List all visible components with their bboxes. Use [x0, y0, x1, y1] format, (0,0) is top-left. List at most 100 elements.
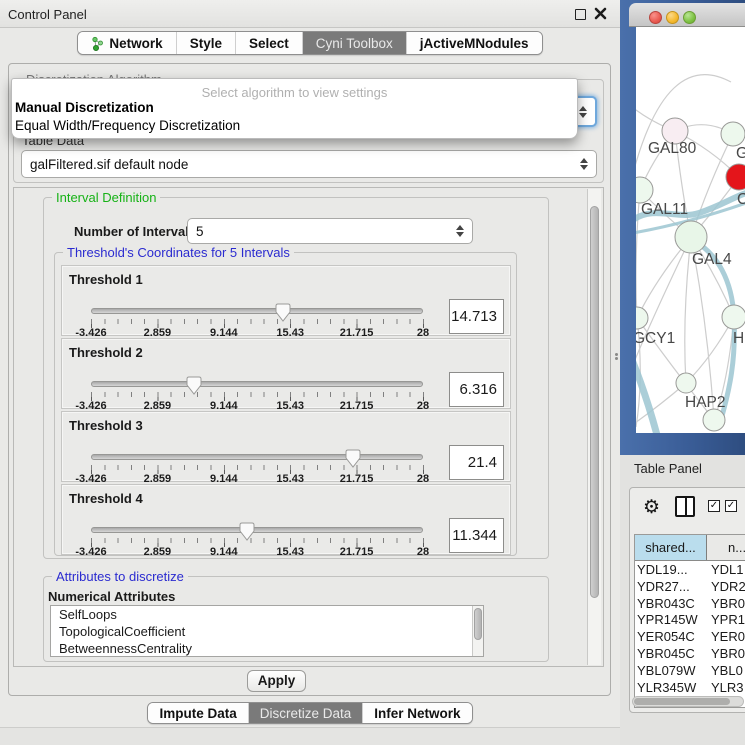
table-header-row: shared... n... — [635, 535, 745, 561]
network-node[interactable] — [676, 373, 696, 393]
network-node[interactable] — [722, 305, 745, 329]
panel-splitter-grip[interactable] — [613, 352, 619, 362]
tab-discretize-data[interactable]: Discretize Data — [249, 703, 364, 723]
threshold-4-panel: Threshold 4 -3.426 2.859 9.144 15.43 21.… — [61, 484, 511, 555]
network-node-label: GA — [736, 145, 745, 162]
threshold-2-value-field[interactable]: 6.316 — [449, 372, 504, 407]
table-row[interactable]: YER054CYER0 — [635, 629, 745, 646]
table-panel-title: Table Panel — [634, 461, 702, 476]
combo-stepper-icon — [577, 98, 589, 125]
cell[interactable]: YBR043C — [635, 596, 707, 613]
network-node[interactable] — [675, 221, 707, 253]
combo-stepper-icon — [454, 219, 466, 243]
cell[interactable]: YER054C — [635, 629, 707, 646]
threshold-3-value-field[interactable]: 21.4 — [449, 445, 504, 480]
cell[interactable]: YBR0 — [707, 596, 745, 613]
list-item-selfloops[interactable]: SelfLoops — [51, 606, 483, 623]
scale-tick-label: 9.144 — [210, 546, 238, 558]
threshold-4-slider-track[interactable] — [91, 527, 423, 533]
cell[interactable]: YLR3 — [707, 680, 745, 697]
network-view-window[interactable]: GAL80GACGAL11GAL4GCY1HHAP2 — [620, 0, 745, 455]
cell[interactable]: YPR145W — [635, 612, 707, 629]
cell[interactable]: YPR1 — [707, 612, 745, 629]
float-window-icon[interactable] — [575, 9, 586, 20]
tab-impute-data[interactable]: Impute Data — [148, 703, 248, 723]
network-node[interactable] — [636, 307, 648, 329]
threshold-2-slider-track[interactable] — [91, 381, 423, 387]
threshold-3-slider-track[interactable] — [91, 454, 423, 460]
tab-style[interactable]: Style — [177, 32, 236, 54]
network-node[interactable] — [703, 409, 725, 431]
table-panel: ⚙ ✓ ✓ shared... n... YDL19...YDL1 YDR27.… — [629, 487, 745, 713]
column-header-name[interactable]: n... — [707, 535, 745, 560]
tab-infer-network[interactable]: Infer Network — [363, 703, 471, 723]
tab-select[interactable]: Select — [236, 32, 303, 54]
checkbox-icon[interactable]: ✓ — [725, 500, 737, 512]
cell[interactable]: YLR345W — [635, 680, 707, 697]
num-intervals-value: 5 — [196, 224, 204, 239]
slider-minor-ticks — [91, 465, 425, 470]
table-row[interactable]: YDR27...YDR2 — [635, 579, 745, 596]
cell[interactable]: YER0 — [707, 629, 745, 646]
attributes-group: Attributes to discretize Numerical Attri… — [43, 576, 549, 662]
list-item-betweennesscentrality[interactable]: BetweennessCentrality — [51, 640, 483, 657]
settings-panel-scrollbar[interactable] — [587, 189, 601, 665]
settings-panel-scrollbar-thumb[interactable] — [590, 206, 599, 598]
table-row[interactable]: YBR043CYBR0 — [635, 596, 745, 613]
cell[interactable]: YBL079W — [635, 663, 707, 680]
column-layout-icon[interactable] — [675, 496, 695, 517]
slider-minor-ticks — [91, 392, 425, 397]
scale-tick-label: 21.715 — [340, 546, 374, 558]
tab-network[interactable]: Network — [78, 32, 176, 54]
popup-option-equal-width[interactable]: Equal Width/Frequency Discretization — [12, 117, 577, 135]
control-panel: Control Panel Network Style Select — [0, 0, 620, 745]
discretize-settings-panel: Interval Definition Number of Intervals … — [13, 187, 604, 667]
column-header-shared[interactable]: shared... — [635, 535, 707, 560]
tab-discretize-data-label: Discretize Data — [260, 706, 352, 721]
cell[interactable]: YDL19... — [635, 562, 707, 579]
scale-tick-label: 2.859 — [144, 546, 172, 558]
apply-button[interactable]: Apply — [247, 670, 306, 692]
bottom-tab-strip: Impute Data Discretize Data Infer Networ… — [0, 702, 620, 724]
network-node[interactable] — [721, 122, 745, 146]
network-node-label: GAL4 — [692, 251, 732, 268]
network-node[interactable] — [636, 177, 653, 203]
table-data-combobox[interactable]: galFiltered.sif default node — [21, 150, 597, 178]
tab-impute-data-label: Impute Data — [159, 706, 236, 721]
tab-cyni-toolbox[interactable]: Cyni Toolbox — [303, 32, 407, 54]
list-item-topologicalcoefficient[interactable]: TopologicalCoefficient — [51, 623, 483, 640]
cell[interactable]: YDR2 — [707, 579, 745, 596]
zoom-traffic-light[interactable] — [683, 11, 696, 24]
threshold-coordinates-group: Threshold's Coordinates for 5 Intervals … — [54, 252, 517, 556]
gear-icon[interactable]: ⚙ — [643, 496, 660, 520]
table-panel-toolbar: ⚙ ✓ ✓ — [630, 488, 745, 532]
table-row[interactable]: YBL079WYBL0 — [635, 663, 745, 680]
attributes-list-scrollbar[interactable] — [472, 606, 483, 656]
minimize-traffic-light[interactable] — [666, 11, 679, 24]
table-row[interactable]: YDL19...YDL1 — [635, 562, 745, 579]
threshold-1-value-field[interactable]: 14.713 — [449, 299, 504, 334]
table-row[interactable]: YLR345WYLR3 — [635, 680, 745, 697]
num-intervals-combobox[interactable]: 5 — [187, 218, 473, 244]
threshold-1-slider-track[interactable] — [91, 308, 423, 314]
network-window-titlebar[interactable] — [629, 3, 745, 27]
cell[interactable]: YDR27... — [635, 579, 707, 596]
network-node-label: HAP2 — [685, 394, 726, 411]
table-row[interactable]: YBR045CYBR0 — [635, 646, 745, 663]
threshold-4-value-field[interactable]: 11.344 — [449, 518, 504, 553]
close-icon[interactable] — [593, 6, 608, 21]
close-traffic-light[interactable] — [649, 11, 662, 24]
popup-option-manual-discretization[interactable]: Manual Discretization — [12, 99, 577, 117]
cell[interactable]: YDL1 — [707, 562, 745, 579]
table-horizontal-scrollbar[interactable] — [632, 696, 744, 707]
checkbox-icon[interactable]: ✓ — [708, 500, 720, 512]
cell[interactable]: YBR0 — [707, 646, 745, 663]
attributes-group-title: Attributes to discretize — [52, 569, 188, 584]
table-horizontal-scrollbar-thumb[interactable] — [634, 698, 730, 705]
table-row[interactable]: YPR145WYPR1 — [635, 612, 745, 629]
num-intervals-label: Number of Intervals — [74, 224, 196, 239]
network-canvas[interactable]: GAL80GACGAL11GAL4GCY1HHAP2 — [636, 27, 745, 433]
cell[interactable]: YBL0 — [707, 663, 745, 680]
tab-jactivemnodules[interactable]: jActiveMNodules — [407, 32, 542, 54]
cell[interactable]: YBR045C — [635, 646, 707, 663]
